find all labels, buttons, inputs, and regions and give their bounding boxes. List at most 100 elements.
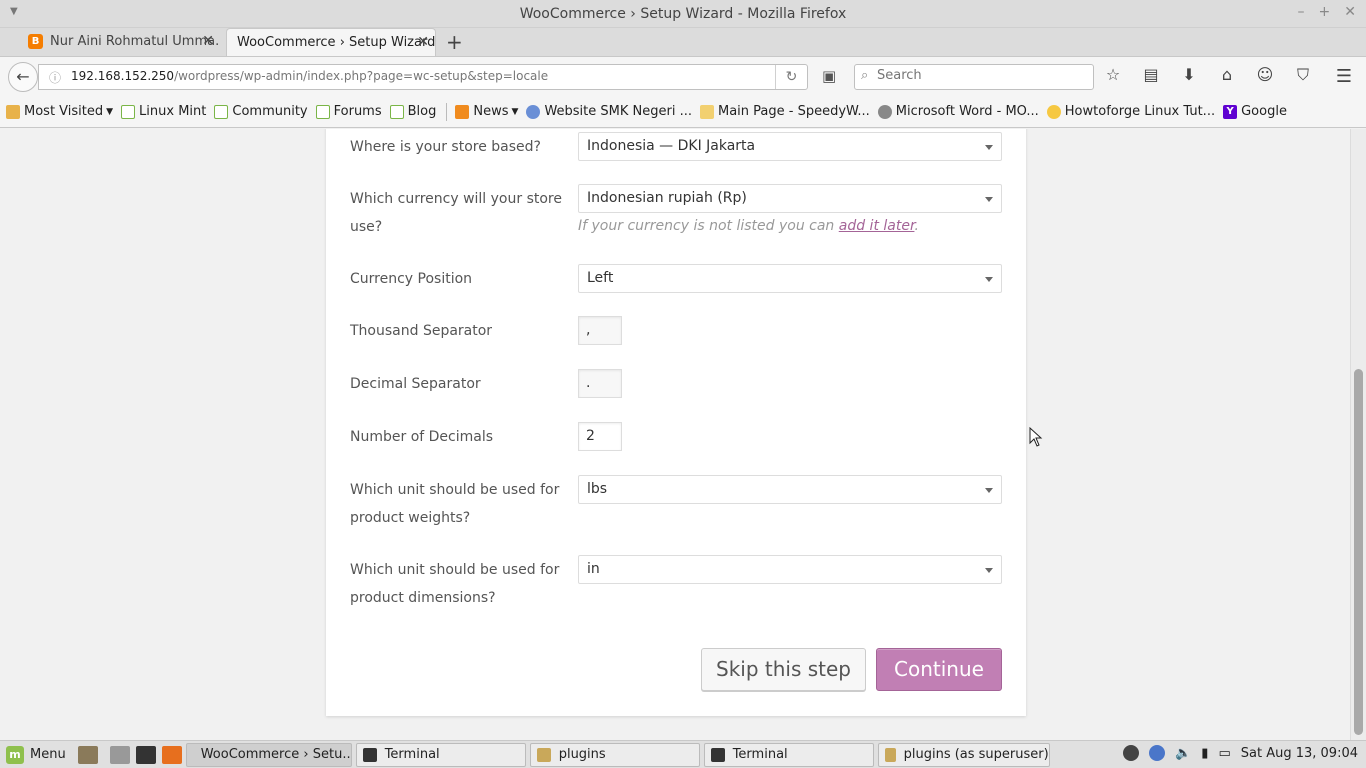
bookmark-linux-mint[interactable]: Linux Mint <box>121 104 206 119</box>
bookmark-smk[interactable]: Website SMK Negeri ... <box>526 104 692 119</box>
search-input[interactable] <box>877 68 1077 83</box>
chevron-down-icon <box>985 277 993 282</box>
thousand-separator-label: Thousand Separator <box>350 323 493 339</box>
window-controls: – + ✕ <box>1298 4 1356 20</box>
url-text: 192.168.152.250/wordpress/wp-admin/index… <box>71 69 549 83</box>
minimize-icon[interactable]: – <box>1298 4 1305 20</box>
bookmark-howtoforge[interactable]: Howtoforge Linux Tut... <box>1046 104 1215 119</box>
clock[interactable]: Sat Aug 13, 09:04 <box>1241 746 1358 761</box>
bookmark-forums[interactable]: Forums <box>315 104 382 119</box>
currency-label: Which currency will your store use? <box>350 191 562 235</box>
hamburger-menu-icon[interactable]: ☰ <box>1336 66 1352 87</box>
decimal-separator-input[interactable]: . <box>578 369 622 398</box>
search-box[interactable]: ⌕ <box>854 64 1094 90</box>
downloads-icon[interactable]: ⬇ <box>1180 65 1198 85</box>
toolbar-icons: ☆ ▤ ⬇ ⌂ ☺ ⛉ <box>1104 65 1312 85</box>
page-icon <box>699 104 714 119</box>
pocket-icon[interactable]: ⛉ <box>1294 65 1312 85</box>
close-window-icon[interactable]: ✕ <box>1344 4 1356 20</box>
new-tab-icon[interactable]: + <box>446 30 463 54</box>
url-bar[interactable]: ⓘ 192.168.152.250/wordpress/wp-admin/ind… <box>38 64 808 90</box>
page-content: Where is your store based? Indonesia — D… <box>0 129 1350 740</box>
shield-icon <box>526 104 541 119</box>
window-title: WooCommerce › Setup Wizard - Mozilla Fir… <box>519 6 847 22</box>
globe-icon <box>877 104 892 119</box>
network-signal-icon[interactable]: ▮ <box>1201 746 1208 761</box>
bookmarks-toolbar: Most Visited ▼ Linux Mint Community Forum… <box>0 96 1366 128</box>
taskbar-item-terminal-2[interactable]: Terminal <box>703 742 874 767</box>
bookmark-speedywiki[interactable]: Main Page - SpeedyW... <box>699 104 870 119</box>
mint-icon <box>389 104 404 119</box>
store-based-select[interactable]: Indonesia — DKI Jakarta <box>578 132 1002 161</box>
scrollbar-thumb[interactable] <box>1354 369 1363 735</box>
bookmark-google[interactable]: Y Google <box>1223 104 1287 119</box>
tab-woocommerce-setup[interactable]: WooCommerce › Setup Wizard ✕ <box>226 28 436 56</box>
file-manager-launcher-icon[interactable] <box>109 745 130 764</box>
page-scrollbar[interactable] <box>1350 129 1366 740</box>
chevron-down-icon <box>985 488 993 493</box>
bookmark-community[interactable]: Community <box>214 104 308 119</box>
bulb-icon <box>1046 104 1061 119</box>
taskbar-item-firefox[interactable]: WooCommerce › Setu... <box>185 742 352 767</box>
reader-view-icon[interactable]: ▣ <box>822 67 836 85</box>
bookmark-msword[interactable]: Microsoft Word - MO... <box>877 104 1039 119</box>
show-desktop-icon[interactable] <box>77 745 98 764</box>
bookmarks-list-icon[interactable]: ▤ <box>1142 65 1160 85</box>
blogger-icon: B <box>28 34 43 49</box>
window-titlebar: ▼ WooCommerce › Setup Wizard - Mozilla F… <box>0 0 1366 28</box>
start-menu-button[interactable]: m Menu <box>0 741 72 768</box>
reload-icon[interactable]: ↻ <box>775 65 807 89</box>
setup-wizard-panel: Where is your store based? Indonesia — D… <box>326 129 1026 716</box>
bookmark-news[interactable]: News ▼ <box>455 104 518 119</box>
bookmark-most-visited[interactable]: Most Visited ▼ <box>6 104 113 119</box>
shield-icon[interactable] <box>1149 745 1166 761</box>
tab-close-icon[interactable]: ✕ <box>417 34 429 50</box>
currency-position-label: Currency Position <box>350 271 473 287</box>
currency-position-select[interactable]: Left <box>578 264 1002 293</box>
currency-select[interactable]: Indonesian rupiah (Rp) <box>578 184 1002 213</box>
skip-step-button[interactable]: Skip this step <box>701 648 866 691</box>
mint-logo-icon: m <box>6 745 24 764</box>
continue-button[interactable]: Continue <box>876 648 1002 691</box>
tab-label: Nur Aini Rohmatul Umma... <box>50 34 220 49</box>
home-icon[interactable]: ⌂ <box>1218 65 1236 85</box>
tray-app-icon[interactable] <box>1123 745 1140 761</box>
decimal-separator-label: Decimal Separator <box>350 376 481 392</box>
tab-close-icon[interactable]: ✕ <box>202 33 214 49</box>
mint-icon <box>214 104 229 119</box>
tab-blogger[interactable]: B Nur Aini Rohmatul Umma... ✕ <box>22 28 220 56</box>
volume-icon[interactable]: 🔈 <box>1175 746 1191 761</box>
taskbar-item-terminal-1[interactable]: Terminal <box>355 742 526 767</box>
back-button[interactable]: ← <box>8 62 38 92</box>
bookmark-star-icon[interactable]: ☆ <box>1104 65 1122 85</box>
folder-icon <box>884 747 896 762</box>
taskbar-item-plugins[interactable]: plugins <box>529 742 700 767</box>
mouse-cursor-icon <box>1029 427 1043 447</box>
system-tray: 🔈 ▮ ▭ Sat Aug 13, 09:04 <box>1123 745 1358 761</box>
firefox-launcher-icon[interactable] <box>161 745 182 764</box>
battery-icon[interactable]: ▭ <box>1218 746 1230 761</box>
search-icon: ⌕ <box>861 68 869 83</box>
navigation-bar: ← ⓘ 192.168.152.250/wordpress/wp-admin/i… <box>0 56 1366 96</box>
currency-hint: If your currency is not listed you can a… <box>578 218 919 234</box>
chevron-down-icon: ▼ <box>106 106 114 117</box>
add-it-later-link[interactable]: add it later <box>839 218 915 234</box>
taskbar-item-plugins-superuser[interactable]: plugins (as superuser) <box>877 742 1050 767</box>
chat-icon[interactable]: ☺ <box>1256 65 1274 85</box>
folder-icon <box>536 747 551 762</box>
yahoo-icon: Y <box>1223 104 1238 119</box>
dimension-unit-label: Which unit should be used for product di… <box>350 562 560 606</box>
back-arrow-icon: ← <box>16 67 30 86</box>
info-icon[interactable]: ⓘ <box>49 69 61 86</box>
weight-unit-select[interactable]: lbs <box>578 475 1002 504</box>
thousand-separator-input[interactable]: , <box>578 316 622 345</box>
bookmark-separator <box>446 102 448 121</box>
terminal-icon <box>710 747 725 762</box>
terminal-launcher-icon[interactable] <box>135 745 156 764</box>
number-of-decimals-input[interactable]: 2 <box>578 422 622 451</box>
bookmark-blog[interactable]: Blog <box>389 104 436 119</box>
chevron-down-icon <box>985 145 993 150</box>
dimension-unit-select[interactable]: in <box>578 555 1002 584</box>
folder-icon <box>6 104 20 119</box>
maximize-icon[interactable]: + <box>1319 4 1331 20</box>
